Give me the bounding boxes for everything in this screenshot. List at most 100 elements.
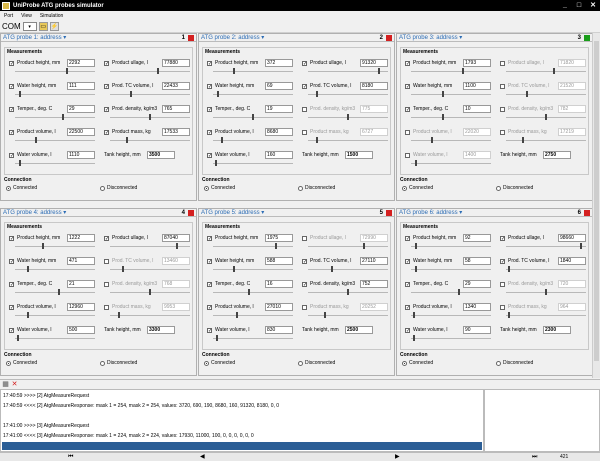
disconnected-radio[interactable]: Disconnected [298,185,335,191]
dropdown-icon[interactable]: ▾ [458,210,462,216]
log-line[interactable]: 17:41:00 <<<< [3] AtgMeasureResponse: ma… [2,432,482,440]
connected-radio[interactable]: Connected [204,185,235,191]
slider-thumb[interactable] [508,312,510,318]
enable-checkbox[interactable]: ✓ [207,153,212,159]
slider-thumb[interactable] [130,91,132,97]
measure-value[interactable]: 17533 [162,128,190,136]
measure-value[interactable]: 87040 [162,234,190,242]
enable-checkbox[interactable]: ✓ [302,259,307,265]
measure-value[interactable]: 160 [265,151,293,159]
enable-checkbox[interactable]: ✓ [405,328,410,334]
measure-value[interactable]: 768 [162,280,190,288]
measure-value[interactable]: 1840 [558,257,586,265]
tank-height-value[interactable]: 2300 [543,326,571,334]
enable-checkbox[interactable] [302,107,307,112]
enable-checkbox[interactable]: ✓ [405,84,410,90]
slider-thumb[interactable] [431,137,433,143]
enable-checkbox[interactable]: ✓ [9,84,14,90]
tool-icon[interactable]: ▦ [2,381,9,388]
measure-value[interactable]: 10 [463,105,491,113]
enable-checkbox[interactable] [500,130,505,135]
measure-value[interactable]: 13460 [162,257,190,265]
connected-radio[interactable]: Connected [402,360,433,366]
slider-thumb[interactable] [118,312,120,318]
slider-thumb[interactable] [126,137,128,143]
measure-value[interactable]: 91320 [360,59,388,67]
measure-value[interactable]: 964 [558,303,586,311]
enable-checkbox[interactable]: ✓ [207,84,212,90]
enable-checkbox[interactable]: ✓ [9,61,14,67]
enable-checkbox[interactable]: ✓ [9,259,14,265]
dropdown-icon[interactable]: ▾ [260,35,264,41]
slider-thumb[interactable] [442,91,444,97]
enable-checkbox[interactable]: ✓ [405,107,410,113]
enable-checkbox[interactable]: ✓ [104,107,109,113]
tank-height-value[interactable]: 2500 [345,326,373,334]
slider-thumb[interactable] [331,266,333,272]
slider-thumb[interactable] [522,137,524,143]
enable-checkbox[interactable]: ✓ [104,130,109,136]
enable-checkbox[interactable]: ✓ [9,107,14,113]
slider-thumb[interactable] [233,266,235,272]
menu-port[interactable]: Port [0,13,17,19]
enable-checkbox[interactable] [500,282,505,287]
tank-height-value[interactable]: 1500 [345,151,373,159]
enable-checkbox[interactable] [405,153,410,158]
enable-checkbox[interactable]: ✓ [207,259,212,265]
enable-checkbox[interactable] [302,130,307,135]
enable-checkbox[interactable]: ✓ [104,84,109,90]
slider-thumb[interactable] [27,266,29,272]
slider-thumb[interactable] [122,266,124,272]
measure-value[interactable]: 372 [265,59,293,67]
measure-value[interactable]: 58 [463,257,491,265]
slider-thumb[interactable] [316,137,318,143]
measure-value[interactable]: 1400 [463,151,491,159]
slider-thumb[interactable] [216,335,218,341]
slider-thumb[interactable] [553,68,555,74]
measure-value[interactable]: 6727 [360,128,388,136]
slider-thumb[interactable] [413,312,415,318]
slider-thumb[interactable] [62,114,64,120]
enable-checkbox[interactable]: ✓ [104,61,109,67]
enable-checkbox[interactable]: ✓ [405,61,410,67]
measure-value[interactable]: 69 [265,82,293,90]
scroll-first-icon[interactable]: ⏮ [68,453,73,461]
enable-checkbox[interactable]: ✓ [207,236,212,242]
slider-thumb[interactable] [324,312,326,318]
slider-thumb[interactable] [545,114,547,120]
slider-thumb[interactable] [149,114,151,120]
measure-value[interactable]: 830 [265,326,293,334]
enable-checkbox[interactable]: ✓ [405,305,410,311]
measure-value[interactable]: 22500 [67,128,95,136]
scroll-right-icon[interactable]: ▶ [395,453,400,461]
measure-value[interactable]: 8180 [360,82,388,90]
measure-value[interactable]: 19 [265,105,293,113]
measure-value[interactable]: 471 [67,257,95,265]
enable-checkbox[interactable] [500,305,505,310]
log-line[interactable]: 17:41:00 >>>> [3] AtgMeasureRequest [2,422,482,430]
measure-value[interactable]: 22433 [162,82,190,90]
slider-thumb[interactable] [233,68,235,74]
slider-thumb[interactable] [508,266,510,272]
enable-checkbox[interactable]: ✓ [9,305,14,311]
disconnected-radio[interactable]: Disconnected [100,185,137,191]
horizontal-scrollbar[interactable]: ⏮ ◀ ▶ ⏭ 421 [0,452,600,461]
measure-value[interactable]: 77880 [162,59,190,67]
measure-value[interactable]: 111 [67,82,95,90]
measure-value[interactable]: 765 [162,105,190,113]
measure-value[interactable]: 2292 [67,59,95,67]
measure-value[interactable]: 21 [67,280,95,288]
enable-checkbox[interactable]: ✓ [302,61,307,67]
dropdown-icon[interactable]: ▾ [62,210,66,216]
slider-thumb[interactable] [442,114,444,120]
measure-value[interactable]: 12960 [67,303,95,311]
enable-checkbox[interactable] [405,130,410,135]
enable-checkbox[interactable]: ✓ [500,259,505,265]
slider-thumb[interactable] [19,160,21,166]
scroll-left-icon[interactable]: ◀ [200,453,205,461]
enable-checkbox[interactable] [104,259,109,264]
enable-checkbox[interactable]: ✓ [9,153,14,159]
measure-value[interactable]: 20252 [360,303,388,311]
measure-value[interactable]: 588 [265,257,293,265]
slider-thumb[interactable] [316,91,318,97]
